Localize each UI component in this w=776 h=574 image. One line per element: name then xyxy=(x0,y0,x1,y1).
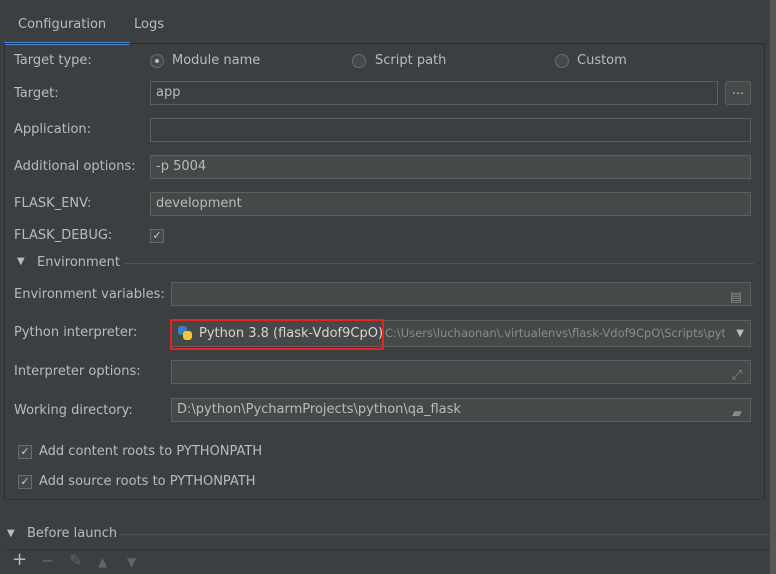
env-vars-label: Environment variables: xyxy=(14,287,165,302)
working-dir-input[interactable]: D:\python\PycharmProjects\python\qa_flas… xyxy=(171,398,751,422)
application-label: Application: xyxy=(14,122,92,137)
edit-icon[interactable]: ✎ xyxy=(69,551,82,570)
radio-custom-label: Custom xyxy=(577,53,627,68)
flask-debug-label: FLASK_DEBUG: xyxy=(14,228,113,243)
expand-icon[interactable]: ⤢ xyxy=(732,365,742,383)
before-launch-title: Before launch xyxy=(27,526,118,541)
flask-env-input[interactable]: development xyxy=(150,192,751,216)
radio-script-path[interactable] xyxy=(352,54,366,68)
collapse-before-launch-icon[interactable]: ▼ xyxy=(7,528,15,539)
working-dir-label: Working directory: xyxy=(14,403,133,418)
target-label: Target: xyxy=(14,86,59,101)
collapse-environment-icon[interactable]: ▼ xyxy=(17,256,25,267)
source-roots-label: Add source roots to PYTHONPATH xyxy=(39,474,256,489)
flask-debug-checkbox[interactable]: ✓ xyxy=(150,229,164,243)
folder-icon[interactable]: ▰ xyxy=(732,403,742,421)
working-dir-value: D:\python\PycharmProjects\python\qa_flas… xyxy=(177,402,461,417)
divider xyxy=(120,534,770,535)
radio-script-path-label: Script path xyxy=(375,53,447,68)
source-roots-checkbox[interactable]: ✓ xyxy=(18,475,32,489)
highlight-box xyxy=(170,319,384,350)
tab-configuration[interactable]: Configuration xyxy=(4,16,130,45)
content-roots-checkbox[interactable]: ✓ xyxy=(18,445,32,459)
radio-custom[interactable] xyxy=(555,54,569,68)
interpreter-path: C:\Users\luchaonan\.virtualenvs\flask-Vd… xyxy=(385,326,725,340)
divider xyxy=(124,263,754,264)
add-icon[interactable]: + xyxy=(12,549,27,570)
move-down-icon[interactable]: ▼ xyxy=(127,555,136,569)
environment-section-title: Environment xyxy=(37,255,121,270)
content-roots-label: Add content roots to PYTHONPATH xyxy=(39,444,263,459)
additional-options-label: Additional options: xyxy=(14,159,136,174)
move-up-icon[interactable]: ▲ xyxy=(98,555,107,569)
scrollbar[interactable] xyxy=(770,0,776,574)
interpreter-options-label: Interpreter options: xyxy=(14,364,141,379)
remove-icon[interactable]: − xyxy=(41,551,54,570)
tab-label: Configuration xyxy=(18,17,107,32)
radio-module-name-label: Module name xyxy=(172,53,261,68)
interpreter-options-input[interactable]: ⤢ xyxy=(171,360,751,384)
additional-options-input[interactable]: -p 5004 xyxy=(150,155,751,179)
target-input[interactable]: app xyxy=(150,81,718,105)
env-vars-input[interactable]: ▤ xyxy=(171,282,751,306)
document-icon[interactable]: ▤ xyxy=(730,287,742,305)
divider xyxy=(4,549,770,550)
flask-env-label: FLASK_ENV: xyxy=(14,196,92,211)
chevron-down-icon[interactable]: ▼ xyxy=(736,321,744,346)
interpreter-label: Python interpreter: xyxy=(14,325,138,340)
application-input[interactable] xyxy=(150,118,751,142)
radio-module-name[interactable] xyxy=(150,54,164,68)
tab-label: Logs xyxy=(134,17,164,32)
tab-logs[interactable]: Logs xyxy=(134,16,164,42)
target-type-label: Target type: xyxy=(14,53,92,68)
browse-button[interactable]: ... xyxy=(725,81,751,105)
